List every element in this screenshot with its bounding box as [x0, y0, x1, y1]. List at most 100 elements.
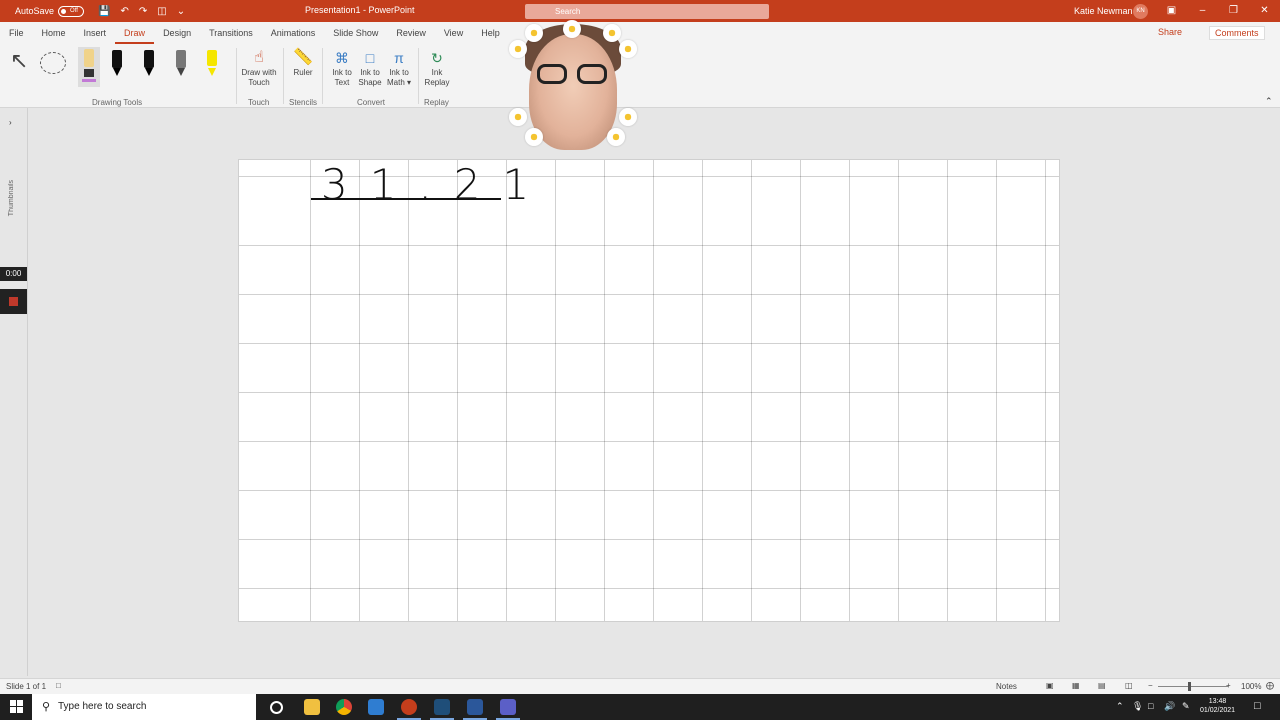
tab-review[interactable]: Review: [387, 22, 435, 44]
glasses-icon: [537, 64, 609, 86]
user-name[interactable]: Katie Newman: [1074, 6, 1133, 16]
ribbon-display-icon[interactable]: ▣: [1156, 0, 1187, 22]
tray-chevron-icon[interactable]: ⌃: [1116, 701, 1124, 712]
zoom-slider[interactable]: [1158, 686, 1228, 687]
slide-sorter-icon[interactable]: ▦: [1072, 681, 1080, 690]
ink-to-math-button[interactable]: π Ink to Math ▾: [384, 48, 414, 88]
comments-button[interactable]: Comments: [1209, 26, 1265, 40]
expand-thumbnails-icon[interactable]: ›: [9, 118, 12, 127]
ink-replay-button[interactable]: ↻ Ink Replay: [423, 48, 451, 88]
group-label-convert: Convert: [357, 98, 386, 107]
tab-animations[interactable]: Animations: [262, 22, 325, 44]
ruler-button[interactable]: 📏 Ruler: [288, 48, 318, 78]
ink-to-shape-label: Ink to: [360, 68, 380, 77]
network-icon[interactable]: □: [1148, 701, 1153, 711]
pencil-gray[interactable]: [174, 50, 188, 76]
powerpoint-icon[interactable]: [397, 699, 421, 720]
clock[interactable]: 13:48 01/02/2021: [1200, 697, 1235, 715]
tab-help[interactable]: Help: [472, 22, 509, 44]
app-icon[interactable]: [368, 699, 384, 715]
fit-slide-icon[interactable]: ⨁: [1266, 681, 1274, 690]
stop-recording-button[interactable]: [0, 289, 27, 314]
ribbon-separator: [283, 48, 284, 104]
tab-home[interactable]: Home: [33, 22, 75, 44]
volume-icon[interactable]: 🔊: [1164, 701, 1175, 712]
ruler-label: Ruler: [293, 68, 313, 77]
screen-recorder-icon[interactable]: [430, 699, 454, 720]
flower-icon: [525, 24, 543, 42]
normal-view-icon[interactable]: ▣: [1046, 681, 1054, 690]
ink-to-shape-button[interactable]: □ Ink to Shape: [356, 48, 384, 88]
touch-draw-icon: ☝: [254, 49, 264, 66]
thumbnail-pane: › Thumbnails: [0, 108, 28, 676]
microphone-icon[interactable]: 🎙: [1132, 701, 1143, 712]
quick-access-toolbar: 💾 ↶ ↷ ◫ ⌄: [98, 6, 185, 17]
pen-black-1[interactable]: [110, 50, 124, 76]
tab-draw[interactable]: Draw: [115, 22, 155, 44]
tab-file[interactable]: File: [0, 22, 33, 44]
ink-to-text-label-2: Text: [334, 78, 350, 87]
search-icon: ⚲: [42, 701, 51, 713]
ink-to-math-label-2: Math ▾: [386, 78, 412, 87]
autosave[interactable]: AutoSave Off: [15, 5, 85, 17]
zoom-in-icon[interactable]: +: [1226, 681, 1231, 690]
collapse-ribbon-icon[interactable]: ⌃: [1265, 96, 1273, 107]
ribbon-separator: [322, 48, 323, 104]
save-icon[interactable]: 💾: [98, 6, 110, 17]
group-label-stencils: Stencils: [289, 98, 318, 107]
windows-taskbar: Type here to search ⚲ ⌃ 🎙 □ 🔊 ✎ 13:48 01…: [0, 694, 1280, 720]
tab-view[interactable]: View: [435, 22, 472, 44]
reading-view-icon[interactable]: ▤: [1098, 681, 1106, 690]
ink-to-math-icon: π: [394, 50, 404, 66]
taskbar-search-input[interactable]: Type here to search: [32, 694, 256, 720]
flower-icon: [607, 128, 625, 146]
autosave-toggle[interactable]: Off: [58, 5, 85, 17]
lasso-select-icon[interactable]: [40, 52, 66, 74]
slide-canvas[interactable]: 31.21: [238, 159, 1060, 622]
file-explorer-icon[interactable]: [304, 699, 320, 715]
zoom-out-icon[interactable]: −: [1148, 681, 1153, 690]
handwritten-underline[interactable]: [311, 198, 501, 200]
teams-icon[interactable]: [496, 699, 520, 720]
search-input[interactable]: Search: [525, 4, 769, 19]
chrome-icon[interactable]: [336, 699, 352, 715]
flower-icon: [619, 40, 637, 58]
undo-icon[interactable]: ↶: [120, 6, 128, 17]
thumbnails-label[interactable]: Thumbnails: [8, 180, 15, 216]
handwritten-number[interactable]: 31.21: [321, 160, 551, 209]
ink-to-text-button[interactable]: ⌘ Ink to Text: [328, 48, 356, 88]
avatar[interactable]: KN: [1133, 4, 1148, 19]
cortana-icon[interactable]: [270, 701, 283, 714]
draw-with-touch-label-2: Touch: [248, 78, 270, 87]
eraser-pen[interactable]: [78, 47, 100, 87]
ink-replay-label-2: Replay: [424, 78, 450, 87]
pen-black-2[interactable]: [142, 50, 156, 76]
notifications-icon[interactable]: □: [1254, 700, 1261, 712]
tab-design[interactable]: Design: [154, 22, 200, 44]
customize-qat-icon[interactable]: ⌄: [177, 6, 185, 17]
slide-count: Slide 1 of 1: [6, 682, 47, 691]
share-button[interactable]: Share: [1158, 27, 1182, 37]
zoom-slider-thumb[interactable]: [1188, 682, 1191, 691]
redo-icon[interactable]: ↷: [139, 6, 147, 17]
windows-start-icon[interactable]: [10, 700, 23, 713]
ribbon-separator: [418, 48, 419, 104]
close-icon[interactable]: ✕: [1249, 0, 1280, 22]
select-arrow-icon[interactable]: ↖: [10, 50, 28, 72]
tab-transitions[interactable]: Transitions: [200, 22, 262, 44]
tab-insert[interactable]: Insert: [75, 22, 116, 44]
maximize-icon[interactable]: ❐: [1218, 0, 1249, 22]
highlighter-yellow[interactable]: [205, 50, 219, 76]
draw-with-touch-button[interactable]: ☝ Draw with Touch: [240, 48, 278, 88]
zoom-level[interactable]: 100%: [1241, 682, 1261, 691]
slideshow-view-icon[interactable]: ◫: [1125, 681, 1133, 690]
tab-slide-show[interactable]: Slide Show: [324, 22, 387, 44]
word-icon[interactable]: [463, 699, 487, 720]
minimize-icon[interactable]: –: [1187, 0, 1218, 22]
pen-workspace-icon[interactable]: ✎: [1182, 701, 1190, 712]
ruler-icon: 📏: [293, 49, 313, 66]
accessibility-icon[interactable]: □: [56, 681, 61, 690]
draw-with-touch-label: Draw with: [241, 68, 277, 77]
notes-button[interactable]: Notes: [996, 682, 1017, 691]
present-icon[interactable]: ◫: [157, 6, 166, 17]
